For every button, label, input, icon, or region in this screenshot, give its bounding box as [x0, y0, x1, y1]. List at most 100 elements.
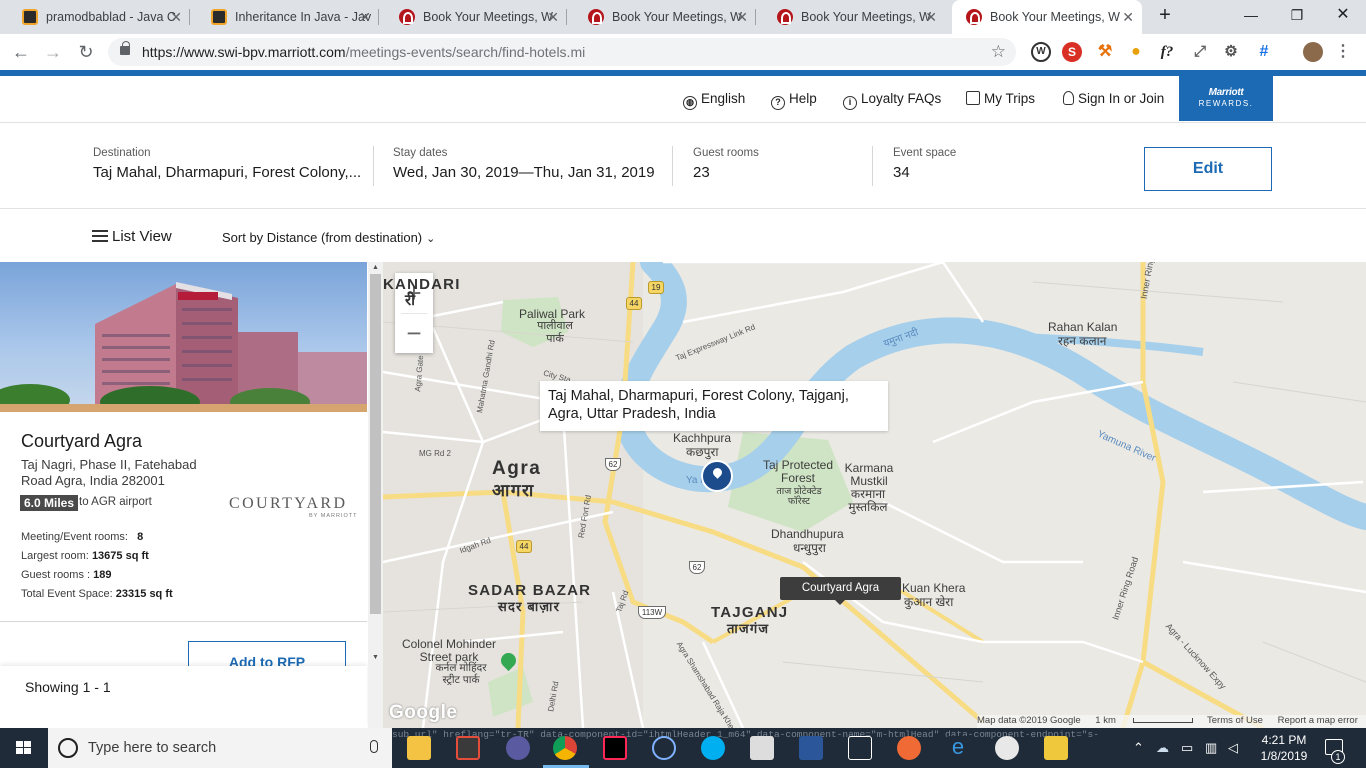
skype-icon[interactable] [701, 736, 725, 760]
list-view-toggle[interactable]: List View [92, 228, 172, 245]
chrome-icon[interactable] [553, 736, 577, 760]
map-label-karmana: Karmana Mustkil [844, 461, 894, 488]
site-header: ◍ English ? Help i Loyalty FAQs My Trips Si… [0, 76, 1366, 123]
close-tab-icon[interactable]: ✕ [925, 0, 937, 34]
extension-w-icon[interactable]: W [1031, 42, 1051, 62]
extension-hammer-icon[interactable]: ⚒ [1095, 42, 1115, 62]
map-label-kandari-hi: री [405, 292, 417, 309]
sign-in-link[interactable]: Sign In or Join [1063, 91, 1164, 106]
map-terms-link[interactable]: Terms of Use [1207, 715, 1263, 726]
list-scrollbar-thumb[interactable] [370, 274, 381, 614]
google-logo[interactable]: Google [389, 702, 457, 724]
map[interactable]: + − KANDARI री Paliwal Park पालीवाल पार्… [383, 262, 1366, 728]
keepass-icon[interactable] [1044, 736, 1068, 760]
intellij-icon[interactable] [603, 736, 627, 760]
marriott-icon [588, 9, 604, 25]
system-clock[interactable]: 4:21 PM 1/8/2019 [1259, 732, 1309, 764]
hotel-address-line2: Road Agra, India 282001 [21, 473, 165, 488]
map-label-sadar-bazar: SADAR BAZAR [468, 582, 592, 599]
menu-kebab-icon[interactable]: ⋮ [1333, 42, 1353, 62]
extension-fx-icon[interactable]: f? [1157, 42, 1177, 62]
stay-dates-field[interactable]: Stay dates Wed, Jan 30, 2019—Thu, Jan 31… [393, 147, 655, 181]
word-icon[interactable] [799, 736, 823, 760]
file-explorer-icon[interactable] [407, 736, 431, 760]
extension-seo-icon[interactable]: S [1062, 42, 1082, 62]
language-link[interactable]: ◍ English [683, 91, 745, 110]
map-label-taj-forest: Taj Protected Forest [762, 458, 834, 485]
eclipse-icon[interactable] [456, 736, 480, 760]
edit-search-button[interactable]: Edit [1144, 147, 1272, 191]
hotel-photo[interactable] [0, 262, 367, 412]
guest-rooms-field[interactable]: Guest rooms 23 [693, 147, 759, 181]
tray-chevron-up-icon[interactable]: ⌃ [1133, 740, 1144, 756]
map-label-kuan-khera-hi: कुआन खेरा [904, 595, 954, 609]
bookmark-star-icon[interactable]: ☆ [991, 38, 1006, 66]
close-tab-icon[interactable]: ✕ [359, 0, 371, 34]
event-space-field[interactable]: Event space 34 [893, 147, 956, 181]
loyalty-faqs-link[interactable]: i Loyalty FAQs [843, 91, 941, 110]
close-tab-icon[interactable]: ✕ [736, 0, 748, 34]
taskbar-search-input[interactable]: Type here to search [48, 728, 392, 768]
destination-marker-icon[interactable] [701, 460, 733, 492]
browser-tab[interactable]: Book Your Meetings, W ✕ [574, 0, 756, 34]
tab-title: Inheritance In Java - Jav [235, 10, 372, 24]
hotel-address-line1: Taj Nagri, Phase II, Fatehabad [21, 457, 197, 472]
network-app-icon[interactable] [848, 736, 872, 760]
microphone-icon[interactable] [370, 740, 378, 753]
destination-field[interactable]: Destination Taj Mahal, Dharmapuri, Fores… [93, 147, 361, 181]
postman-icon[interactable] [897, 736, 921, 760]
event-space-value: 34 [893, 164, 910, 181]
marriott-rewards-logo[interactable]: Marriott REWARDS. [1179, 76, 1273, 121]
onedrive-icon[interactable]: ☁ [1156, 740, 1169, 756]
close-tab-icon[interactable]: ✕ [547, 0, 559, 34]
close-tab-icon[interactable]: ✕ [170, 0, 182, 34]
scroll-down-icon[interactable]: ▼ [368, 652, 383, 664]
browser-tab-bar: pramodbablad - Java C ✕ Inheritance In J… [0, 0, 1366, 34]
network-icon[interactable]: ▥ [1205, 740, 1217, 756]
browser-tab[interactable]: Book Your Meetings, W ✕ [763, 0, 945, 34]
destination-tooltip: Taj Mahal, Dharmapuri, Forest Colony, Ta… [540, 381, 888, 431]
extension-gear-icon[interactable]: ⚙ [1221, 42, 1241, 62]
browser-tab-active[interactable]: Book Your Meetings, W ✕ [952, 0, 1142, 34]
results-count-bar: Showing 1 - 1 [0, 666, 367, 728]
vpn-icon[interactable] [506, 736, 530, 760]
sort-dropdown[interactable]: Sort by Distance (from destination) ⌄ [222, 230, 435, 245]
help-link[interactable]: ? Help [771, 91, 817, 110]
reload-icon[interactable]: ↻ [74, 40, 98, 64]
zoom-out-button[interactable]: − [395, 313, 433, 353]
scroll-up-icon[interactable]: ▲ [368, 262, 383, 274]
results-count: Showing 1 - 1 [25, 679, 111, 695]
url-input[interactable]: https://www.swi-bpv.marriott.com/meeting… [108, 38, 1016, 66]
notification-count-badge: 1 [1331, 750, 1345, 764]
chevron-down-icon: ⌄ [426, 233, 436, 245]
profile-avatar[interactable] [1303, 42, 1323, 62]
hotel-name[interactable]: Courtyard Agra [21, 431, 142, 452]
close-tab-icon[interactable]: ✕ [1122, 0, 1134, 34]
new-tab-button[interactable]: + [1148, 0, 1182, 30]
map-label-colonel-park-hi: कर्नल मोहिंदर स्ट्रीट पार्क [435, 662, 487, 686]
marriott-icon [777, 9, 793, 25]
extension-cookie-icon[interactable]: ● [1126, 42, 1146, 62]
my-trips-link[interactable]: My Trips [966, 91, 1035, 106]
edge-icon[interactable]: e [946, 736, 970, 760]
browser-tab[interactable]: Book Your Meetings, W ✕ [385, 0, 567, 34]
extension-grid-icon[interactable]: # [1254, 42, 1274, 62]
paint-icon[interactable] [995, 736, 1019, 760]
back-icon[interactable]: ← [9, 40, 33, 64]
minimize-icon[interactable]: — [1228, 0, 1274, 30]
photos-icon[interactable] [750, 736, 774, 760]
map-report-link[interactable]: Report a map error [1278, 715, 1358, 726]
windows-start-icon[interactable] [0, 728, 48, 768]
window-close-icon[interactable]: ✕ [1320, 0, 1366, 30]
java-icon [211, 9, 227, 25]
hotel-map-pin[interactable]: Courtyard Agra [780, 577, 901, 605]
volume-icon[interactable]: ◁ [1228, 740, 1238, 756]
battery-icon[interactable]: ▭ [1181, 740, 1193, 756]
media-icon[interactable] [652, 736, 676, 760]
forward-icon[interactable]: → [41, 40, 65, 64]
extension-resize-icon[interactable]: ⤢ [1190, 42, 1210, 62]
map-data-credit: Map data ©2019 Google [977, 715, 1081, 726]
restore-icon[interactable]: ❐ [1274, 0, 1320, 30]
browser-tab[interactable]: pramodbablad - Java C ✕ [8, 0, 190, 34]
browser-tab[interactable]: Inheritance In Java - Jav ✕ [197, 0, 379, 34]
